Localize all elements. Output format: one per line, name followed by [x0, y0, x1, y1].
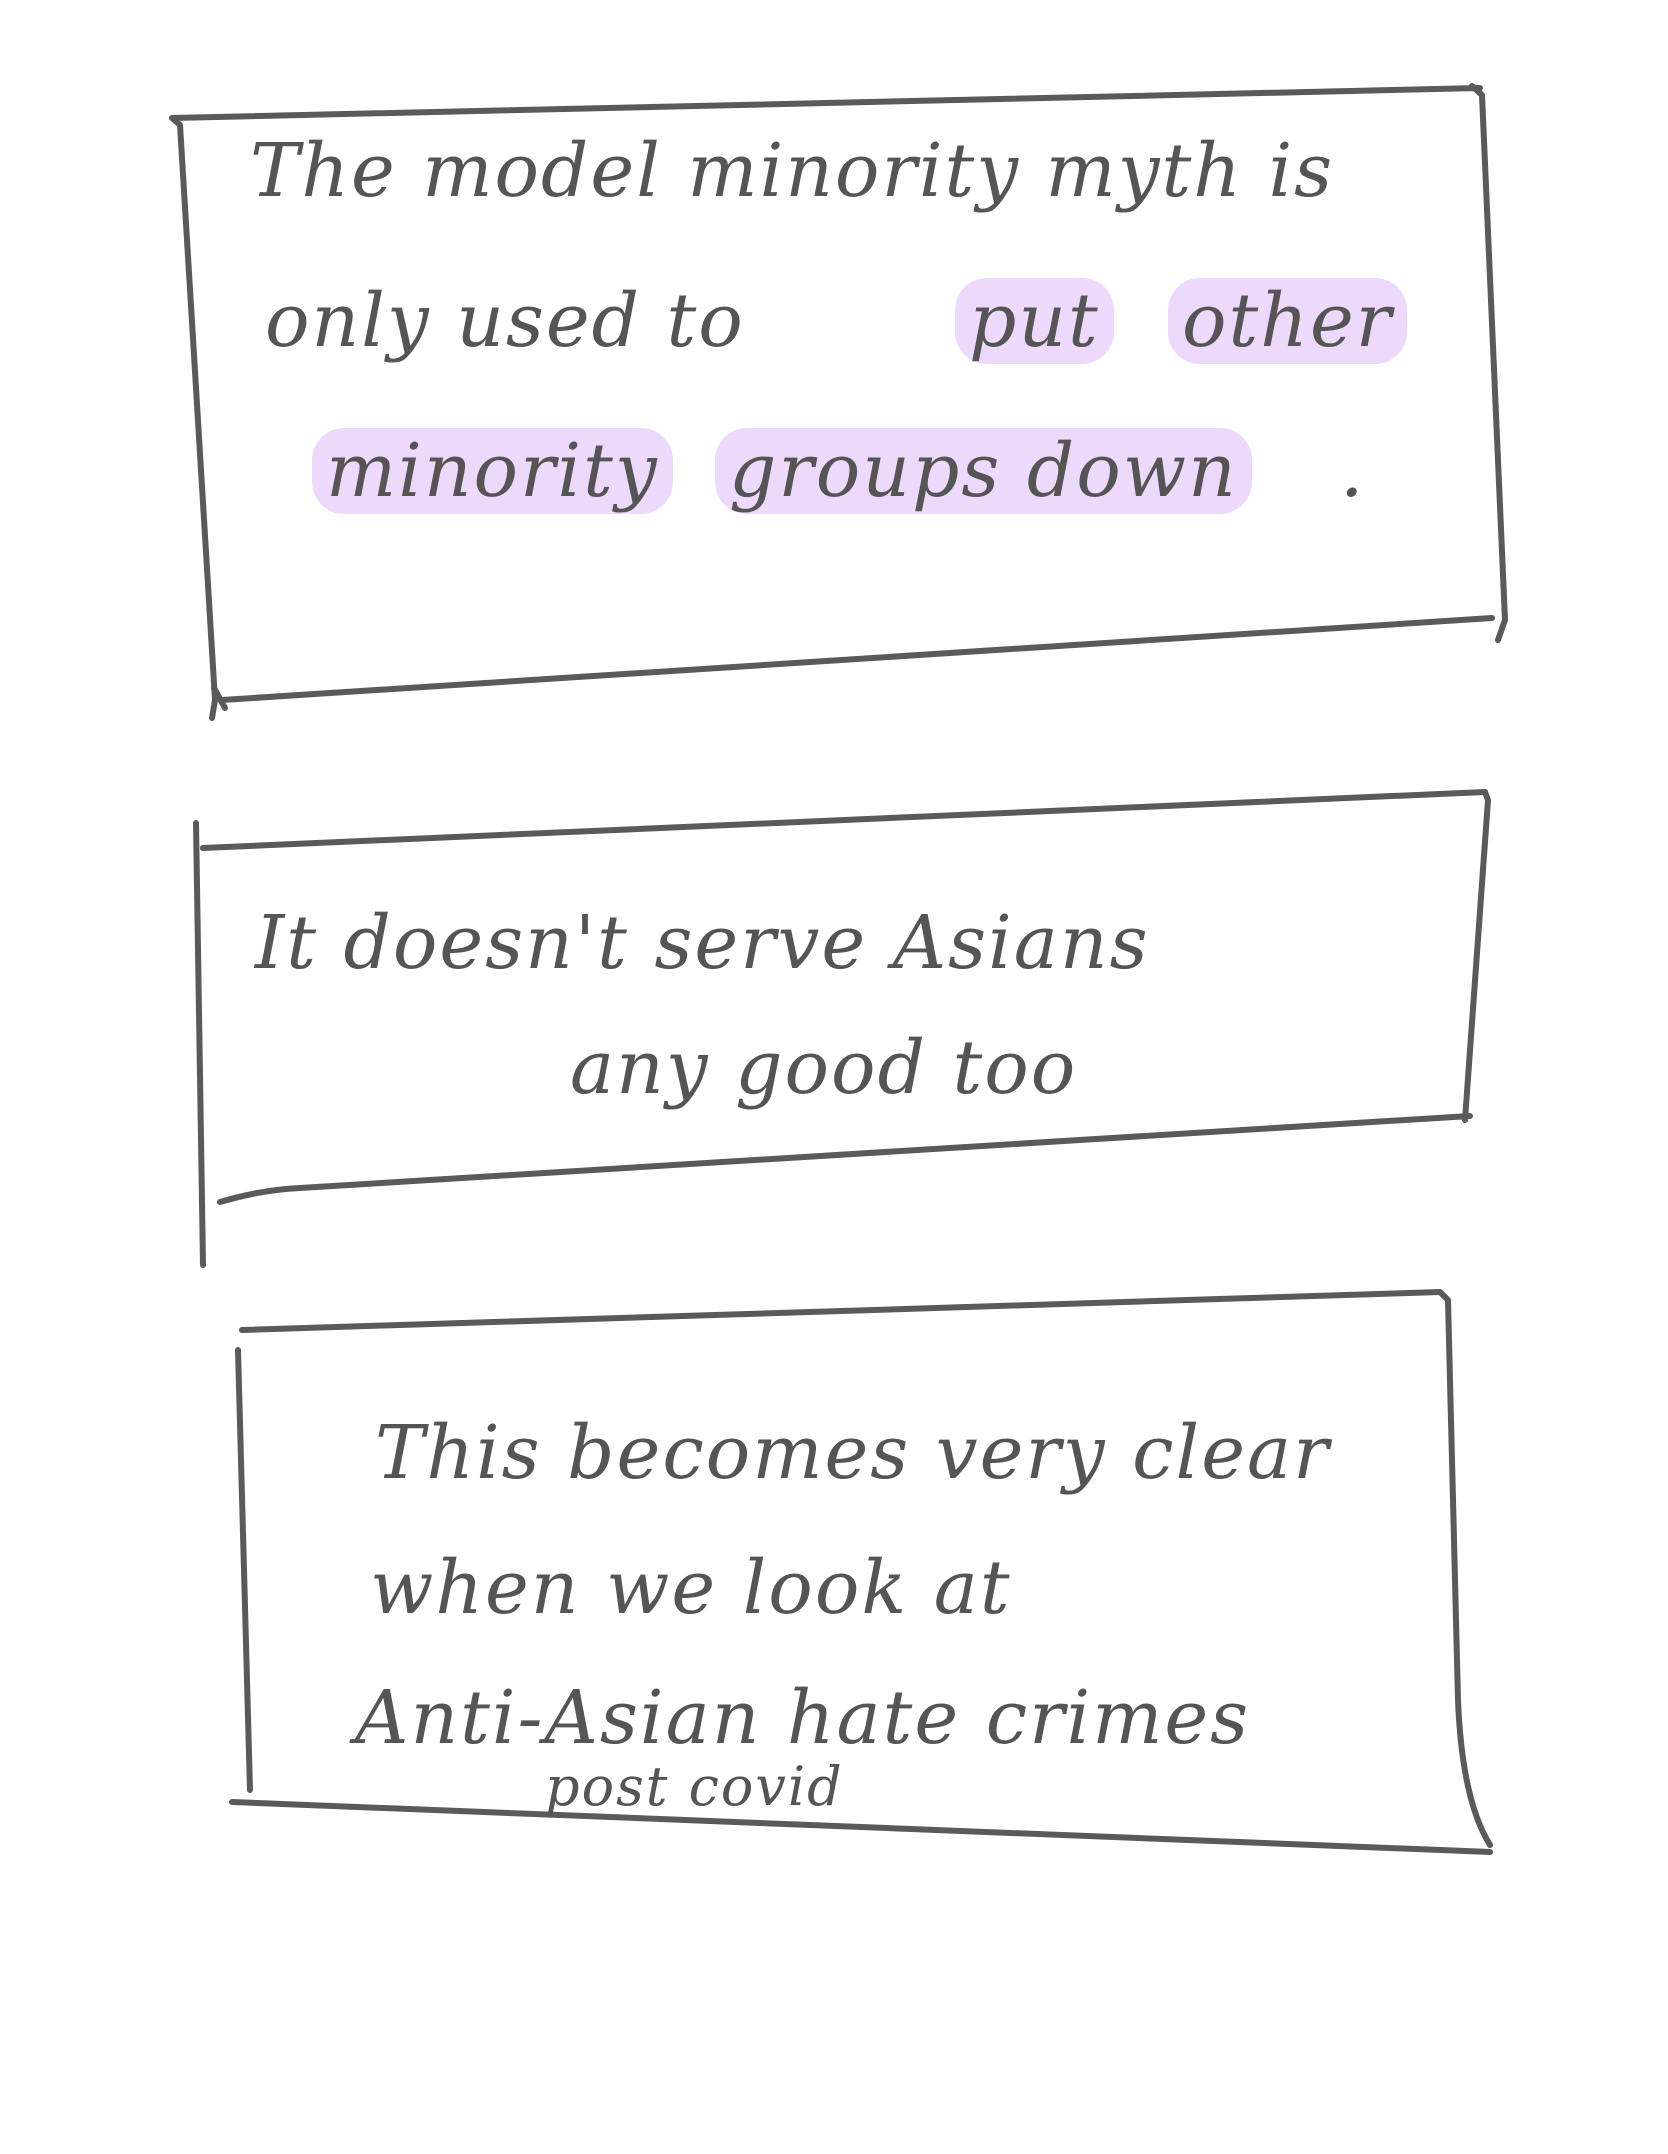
note-3-line-3: Anti-Asian hate crimes: [355, 1675, 1251, 1761]
note-3-insertion-post-covid: post covid: [545, 1755, 844, 1818]
note-1-highlight-minority: minority: [312, 428, 673, 514]
note-1-highlight-other: other: [1168, 278, 1408, 364]
note-3-line-1: This becomes very clear: [375, 1410, 1331, 1496]
note-1-period: .: [1340, 428, 1366, 514]
note-3-line-2: when we look at: [370, 1545, 1012, 1631]
note-2-line-2: any good too: [570, 1025, 1078, 1111]
note-1-line-1: The model minority myth is: [250, 128, 1335, 214]
note-1-highlight-put: put: [955, 278, 1114, 364]
note-1-line-2: only used to: [265, 278, 745, 364]
handwritten-note-canvas: The model minority myth is only used to …: [0, 0, 1668, 2154]
note-2-line-1: It doesn't serve Asians: [255, 900, 1150, 986]
note-1-highlight-groups-down: groups down: [715, 428, 1252, 514]
